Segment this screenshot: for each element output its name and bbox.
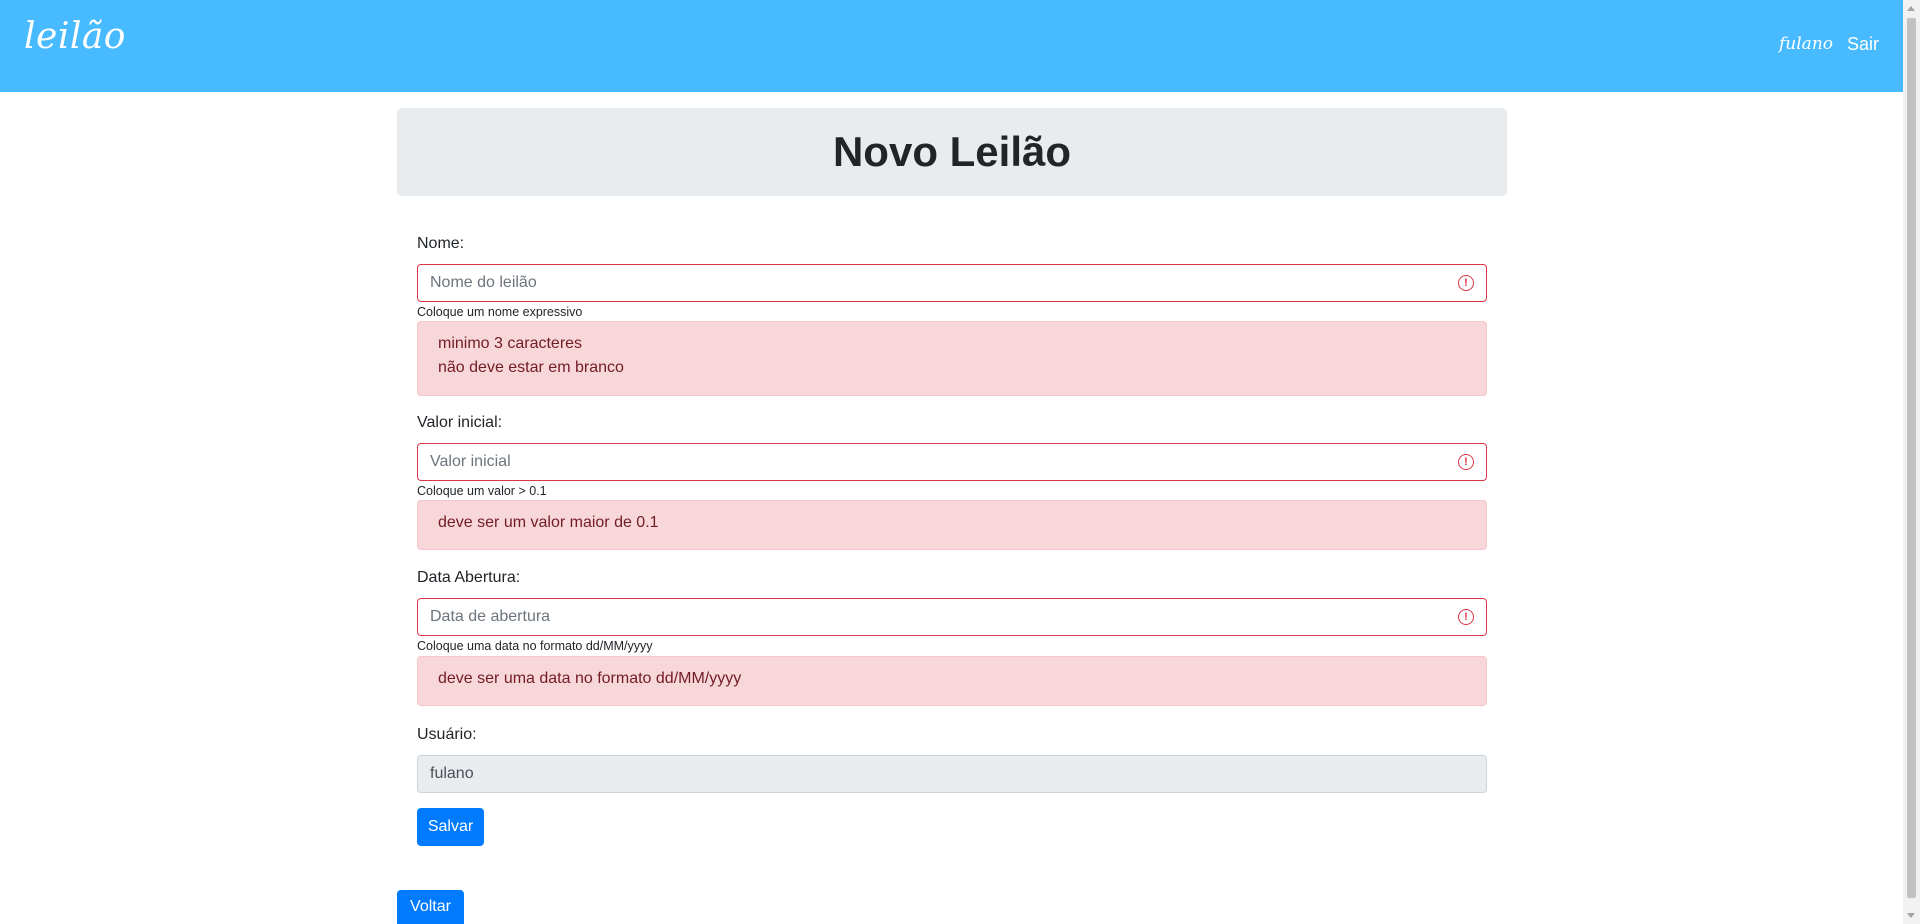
back-button[interactable]: Voltar [397, 890, 464, 924]
data-error-1: deve ser uma data no formato dd/MM/yyyy [438, 670, 742, 687]
valor-input[interactable]: Valor inicial ! [417, 443, 1487, 481]
usuario-input: fulano [417, 755, 1487, 793]
exclamation-circle-icon: ! [1458, 454, 1474, 470]
data-label: Data Abertura: [417, 569, 521, 586]
usuario-label: Usuário: [417, 726, 477, 743]
nome-error-alert: minimo 3 caracteres não deve estar em br… [417, 321, 1487, 396]
logout-link[interactable]: Sair [1847, 34, 1879, 55]
nome-placeholder: Nome do leilão [430, 274, 537, 291]
page-title: Novo Leilão [832, 128, 1072, 175]
nome-help-text: Coloque um nome expressivo [417, 305, 583, 319]
brand-logo[interactable]: leilão [24, 16, 126, 57]
nome-input[interactable]: Nome do leilão ! [417, 264, 1487, 302]
save-button[interactable]: Salvar [417, 808, 484, 846]
valor-label: Valor inicial: [417, 414, 503, 431]
scrollbar[interactable] [1903, 0, 1920, 924]
data-placeholder: Data de abertura [430, 608, 551, 625]
exclamation-circle-icon: ! [1458, 609, 1474, 625]
scroll-down-icon[interactable] [1907, 913, 1915, 918]
data-error-alert: deve ser uma data no formato dd/MM/yyyy [417, 656, 1487, 706]
data-help-text: Coloque uma data no formato dd/MM/yyyy [417, 639, 653, 653]
nav-username[interactable]: fulano [1779, 34, 1833, 54]
scroll-up-icon[interactable] [1907, 6, 1915, 11]
nome-error-2: não deve estar em branco [438, 359, 624, 376]
page-header: Novo Leilão [397, 108, 1507, 196]
valor-error-alert: deve ser um valor maior de 0.1 [417, 500, 1487, 550]
valor-placeholder: Valor inicial [430, 453, 511, 470]
data-input[interactable]: Data de abertura ! [417, 598, 1487, 636]
nome-error-1: minimo 3 caracteres [438, 335, 583, 352]
exclamation-circle-icon: ! [1458, 275, 1474, 291]
scrollbar-thumb[interactable] [1907, 18, 1916, 898]
usuario-value: fulano [430, 765, 474, 782]
valor-error-1: deve ser um valor maior de 0.1 [438, 514, 659, 531]
valor-help-text: Coloque um valor > 0.1 [417, 484, 547, 498]
nome-label: Nome: [417, 235, 465, 252]
navbar: leilão fulano Sair [0, 0, 1903, 92]
